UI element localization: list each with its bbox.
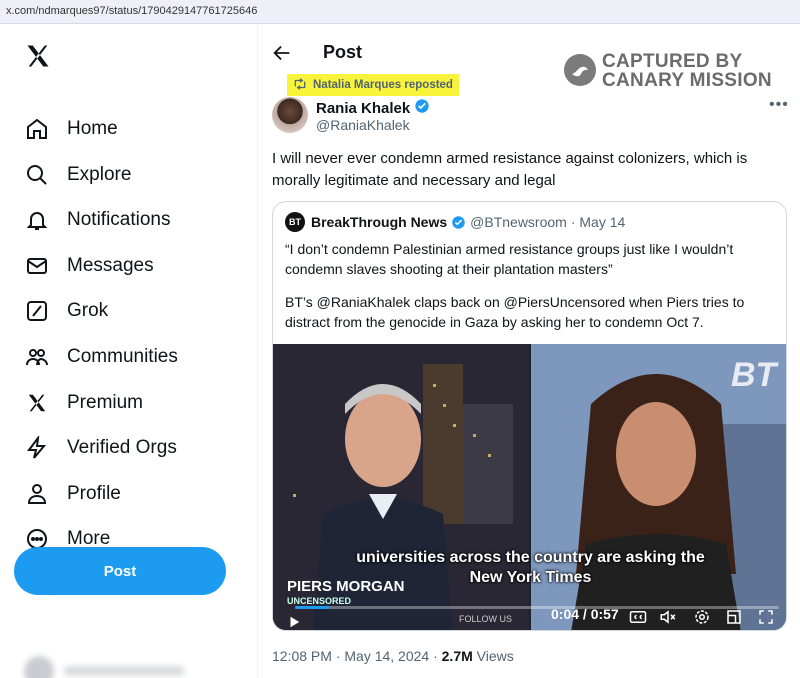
quoted-handle: @BTnewsroom [470,214,567,230]
watermark-line1: CAPTURED BY [602,51,743,72]
grok-icon [24,298,50,324]
quoted-text-2: BT’s @RaniaKhalek claps back on @PiersUn… [285,294,745,330]
author-handle[interactable]: @RaniaKhalek [316,117,410,133]
caption-line-1: universities across the country are aski… [356,549,705,566]
avatar [24,656,54,678]
nav-label: Communities [67,346,178,367]
account-name-blurred [64,666,184,676]
more-options-icon[interactable]: ••• [769,96,789,114]
nav-messages[interactable]: Messages [24,249,154,283]
nav-profile[interactable]: Profile [24,477,121,511]
show-name: PIERS MORGAN [287,578,405,595]
nav-label: Notifications [67,209,171,230]
settings-gear-icon[interactable] [693,608,711,626]
author-name: Rania Khalek [316,99,411,117]
video-progress-fill [295,606,329,609]
lightning-icon [24,435,50,461]
account-switcher[interactable] [24,656,204,678]
nav-home[interactable]: Home [24,112,118,146]
nav-label: Verified Orgs [67,437,177,458]
nav-label: Profile [67,483,121,504]
quoted-post[interactable]: BT BreakThrough News @BTnewsroom · May 1… [272,201,787,631]
video-player[interactable]: BT universities across the country are a… [273,344,786,630]
quoted-text-1: “I don’t condemn Palestinian armed resis… [285,241,734,277]
people-icon [24,344,50,370]
nav-label: Home [67,118,118,139]
nav-notifications[interactable]: Notifications [24,203,171,237]
nav-communities[interactable]: Communities [24,340,178,374]
mute-icon[interactable] [659,608,677,626]
fullscreen-icon[interactable] [757,608,775,626]
sidebar: Home Explore Notifications Messages Grok… [0,24,258,678]
verified-badge-icon [414,98,430,118]
quoted-date: · May 14 [570,214,626,230]
nav-explore[interactable]: Explore [24,158,131,192]
follow-us-text: FOLLOW US [459,614,513,624]
captions-icon[interactable] [629,608,647,626]
x-logo-icon [24,390,50,416]
bird-seal-icon [564,54,596,86]
nav-grok[interactable]: Grok [24,294,108,328]
quoted-author: BreakThrough News [311,214,448,230]
watermark-line2: CANARY MISSION [602,70,772,91]
main-column: Post CAPTURED BY CANARY MISSION Natalia … [259,24,800,678]
author-name-row[interactable]: Rania Khalek [316,98,430,118]
back-arrow-icon[interactable] [271,42,293,64]
post-button[interactable]: Post [14,547,226,595]
nav-verified-orgs[interactable]: Verified Orgs [24,431,177,465]
watermark: CAPTURED BY CANARY MISSION [564,52,774,92]
play-icon[interactable] [287,615,301,630]
repost-label: Natalia Marques reposted [313,79,453,91]
page-title: Post [323,42,363,62]
watermark-text: CAPTURED BY CANARY MISSION [602,52,772,90]
nav-label: Messages [67,255,154,276]
person-icon [24,481,50,507]
url-text: x.com/ndmarques97/status/179042914776172… [6,5,258,17]
nav-label: Explore [67,164,132,185]
video-time: 0:04 / 0:57 [551,606,619,622]
bell-icon [24,207,50,233]
repost-icon [293,77,307,93]
nav-premium[interactable]: Premium [24,386,143,420]
verified-badge-icon [451,215,466,230]
repost-indicator[interactable]: Natalia Marques reposted [287,74,459,96]
nav-label: Premium [67,392,144,413]
views-count: 2.7M [441,648,473,664]
bt-logo: BT [731,356,777,394]
envelope-icon [24,253,50,279]
avatar[interactable] [272,97,308,133]
x-logo-icon[interactable] [24,42,52,70]
views-label: Views [472,648,514,664]
home-icon [24,116,50,142]
tweet-text: I will never ever condemn armed resistan… [272,150,748,189]
pip-icon[interactable] [725,608,743,626]
browser-url-bar[interactable]: x.com/ndmarques97/status/179042914776172… [0,0,800,24]
search-icon [24,162,50,188]
nav-label: Grok [67,300,109,321]
quoted-header: BT BreakThrough News @BTnewsroom · May 1… [285,212,625,232]
post-timestamp[interactable]: 12:08 PM · May 14, 2024 · [272,648,442,664]
quoted-avatar: BT [285,212,305,232]
show-logo: PIERS MORGAN UNCENSORED [287,578,405,608]
post-meta: 12:08 PM · May 14, 2024 · 2.7M Views [272,648,514,664]
